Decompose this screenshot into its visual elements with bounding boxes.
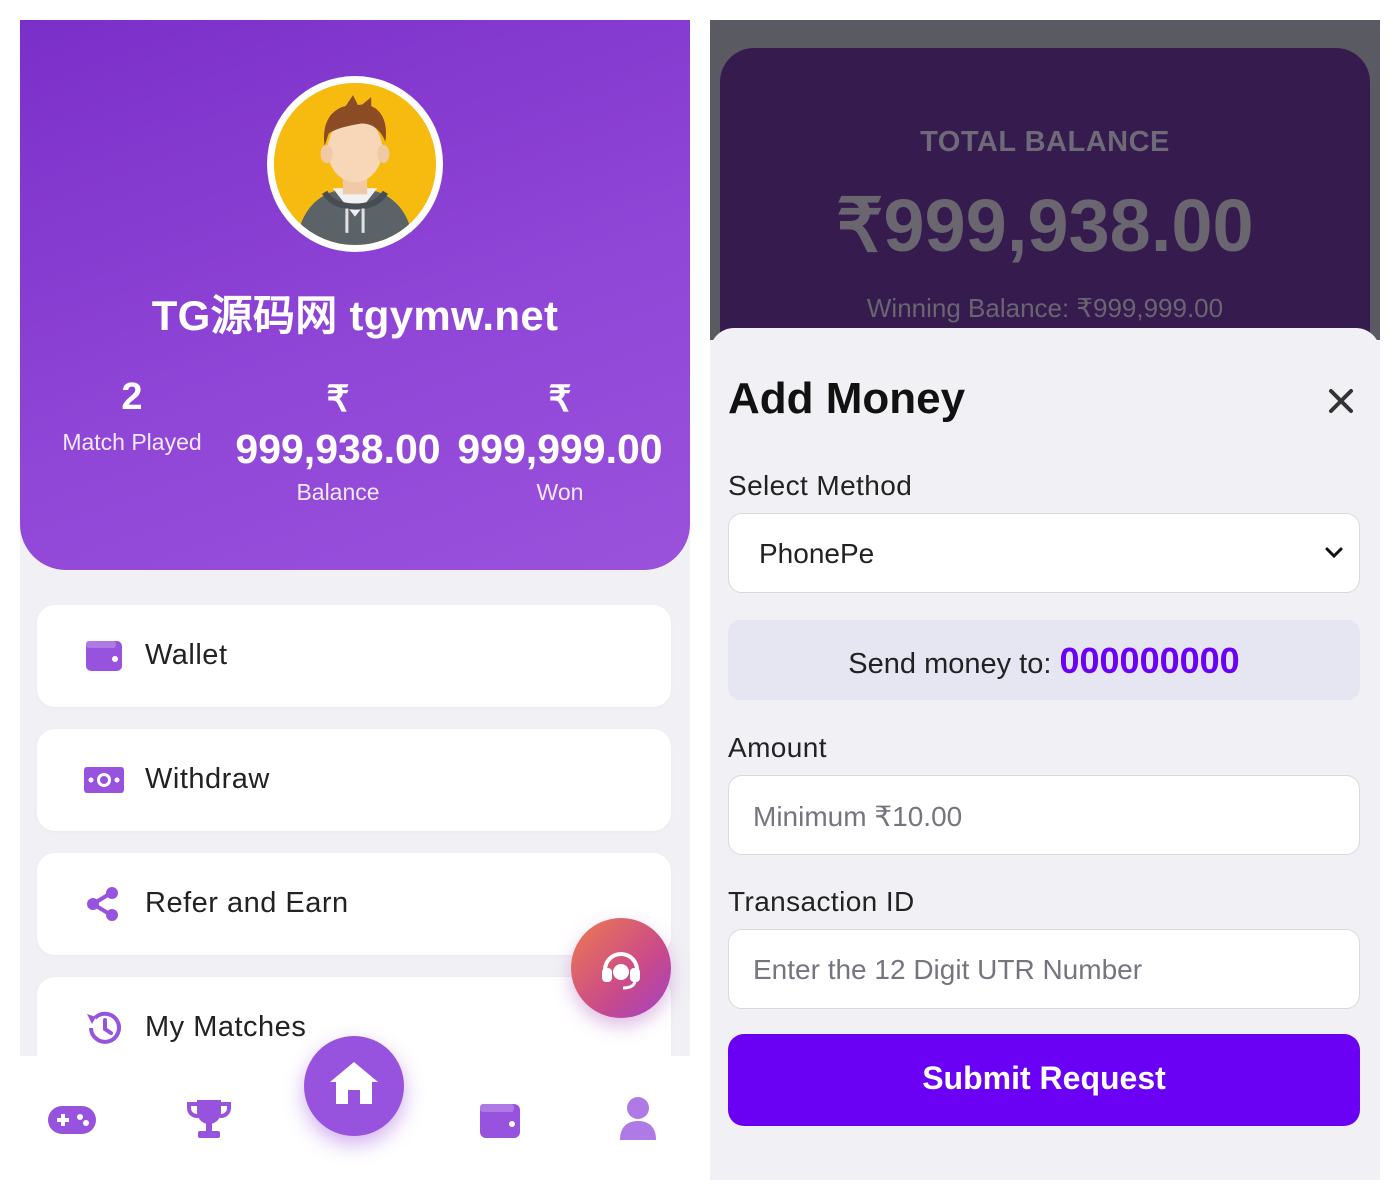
menu-label: Withdraw [145,763,270,795]
amount-input[interactable]: Minimum ₹10.00 [728,775,1360,855]
headset-icon [602,952,640,990]
money-bill-icon [84,767,124,793]
stat-balance: ₹ 999,938.00 Balance [228,378,448,506]
home-button[interactable] [304,1036,404,1136]
matches-count: 2 [121,376,143,418]
rupee-icon: ₹ [548,378,572,419]
menu-label: Refer and Earn [145,887,349,919]
support-button[interactable] [571,918,671,1018]
stat-matches: 2 Match Played [50,376,214,456]
profile-screen: TG源码网 tgymw.net 2 Match Played ₹ 999,938… [20,20,690,1180]
won-value: 999,999.00 [457,426,663,472]
total-balance-card: TOTAL BALANCE ₹999,938.00 Winning Balanc… [720,48,1370,368]
total-balance-title: TOTAL BALANCE [920,126,1170,158]
balance-label: Balance [296,479,380,505]
send-money-number: 000000000 [1059,640,1240,681]
add-money-sheet: Add Money Select Method PhonePe Send mon… [710,328,1380,1180]
trophy-icon[interactable] [186,1098,232,1140]
chevron-down-icon [1325,547,1343,559]
amount-placeholder: Minimum ₹10.00 [753,801,963,832]
gamepad-icon[interactable] [46,1102,98,1136]
submit-request-button[interactable]: Submit Request [728,1034,1360,1126]
txn-placeholder: Enter the 12 Digit UTR Number [753,954,1143,985]
menu-item-withdraw[interactable]: Withdraw [37,729,671,831]
balance-value: 999,938.00 [235,426,441,472]
profile-header: TG源码网 tgymw.net 2 Match Played ₹ 999,938… [20,20,690,570]
menu-item-wallet[interactable]: Wallet [37,605,671,707]
won-label: Won [536,479,584,505]
menu-item-refer[interactable]: Refer and Earn [37,853,671,955]
method-label: Select Method [728,470,913,501]
txn-label: Transaction ID [728,886,915,917]
send-money-prefix: Send money to: [848,648,1060,680]
total-balance-amount: ₹999,938.00 [836,184,1254,267]
amount-label: Amount [728,732,827,763]
user-avatar-icon [274,83,436,245]
add-money-screen: TOTAL BALANCE ₹999,938.00 Winning Balanc… [710,20,1380,1180]
winning-balance: Winning Balance: ₹999,999.00 [866,293,1224,323]
method-select[interactable]: PhonePe [728,513,1360,593]
menu-label: My Matches [145,1011,307,1043]
stat-won: ₹ 999,999.00 Won [448,378,672,506]
history-icon [87,1011,121,1044]
username: TG源码网 tgymw.net [151,292,559,339]
matches-label: Match Played [62,429,202,455]
send-money-info: Send money to: 000000000 [728,620,1360,700]
method-value: PhonePe [759,538,875,569]
close-icon[interactable] [1326,386,1356,416]
rupee-icon: ₹ [326,378,350,419]
transaction-id-input[interactable]: Enter the 12 Digit UTR Number [728,929,1360,1009]
menu-label: Wallet [145,639,228,671]
home-icon [330,1062,378,1104]
user-icon[interactable] [618,1096,658,1140]
share-icon [87,887,118,921]
sheet-title: Add Money [728,374,966,423]
wallet-icon [86,641,122,671]
user-avatar[interactable] [267,76,443,252]
wallet-icon[interactable] [478,1100,522,1140]
